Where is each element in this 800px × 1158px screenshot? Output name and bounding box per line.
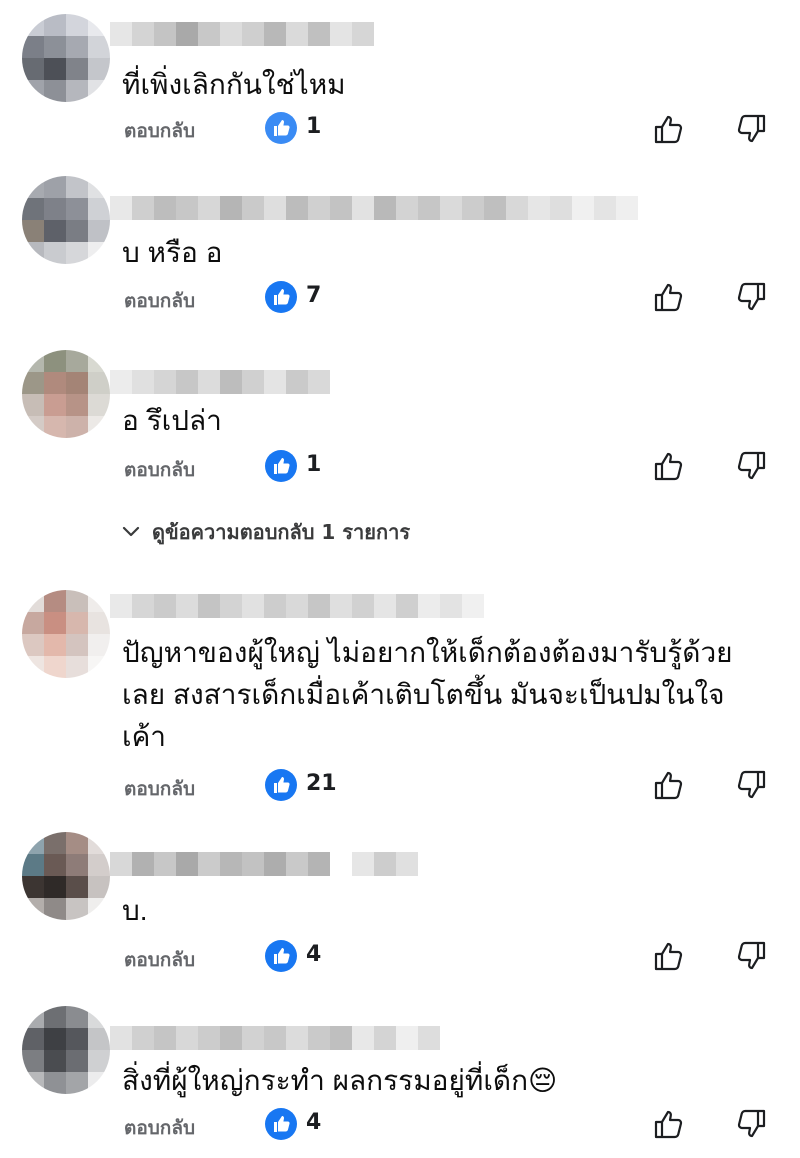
chevron-down-icon	[122, 526, 140, 537]
avatar[interactable]	[22, 1006, 110, 1094]
reply-button[interactable]: ตอบกลับ	[124, 774, 195, 804]
thumb-down-icon[interactable]	[734, 280, 768, 314]
like-count: 4	[306, 942, 322, 967]
reply-button[interactable]: ตอบกลับ	[124, 116, 195, 146]
like-count: 4	[306, 1110, 322, 1135]
author-name-blurred[interactable]	[110, 22, 374, 46]
comment-text: สิ่งที่ผู้ใหญ่กระทำ ผลกรรมอยู่ที่เด็ก😔	[122, 1060, 760, 1102]
avatar[interactable]	[22, 176, 110, 264]
like-count: 7	[306, 283, 322, 308]
comment-text: ปัญหาของผู้ใหญ่ ไม่อยากให้เด็กต้องต้องมา…	[122, 637, 733, 752]
like-reaction-icon	[265, 450, 297, 482]
like-reaction-icon	[265, 940, 297, 972]
author-name-blurred[interactable]	[110, 196, 638, 220]
thumb-up-icon[interactable]	[652, 449, 686, 483]
avatar[interactable]	[22, 832, 110, 920]
thumb-up-icon[interactable]	[652, 112, 686, 146]
like-count: 21	[306, 771, 337, 796]
thumb-down-icon[interactable]	[734, 449, 768, 483]
comment-text: อ รึเปล่า	[122, 405, 222, 436]
like-count: 1	[306, 114, 322, 139]
comment-text: บ.	[122, 895, 148, 926]
thumb-up-icon[interactable]	[652, 939, 686, 973]
pensive-face-emoji: 😔	[528, 1065, 558, 1096]
reply-button[interactable]: ตอบกลับ	[124, 1113, 195, 1143]
avatar[interactable]	[22, 590, 110, 678]
thumb-up-icon[interactable]	[652, 768, 686, 802]
author-name-blurred[interactable]	[110, 594, 484, 618]
thumb-down-icon[interactable]	[734, 768, 768, 802]
avatar[interactable]	[22, 350, 110, 438]
thumb-down-icon[interactable]	[734, 1107, 768, 1141]
thumb-down-icon[interactable]	[734, 112, 768, 146]
author-name-blurred[interactable]	[110, 1026, 440, 1050]
avatar[interactable]	[22, 14, 110, 102]
like-reaction-icon	[265, 769, 297, 801]
view-replies-label: ดูข้อความตอบกลับ 1 รายการ	[152, 520, 411, 544]
comment-text-content: สิ่งที่ผู้ใหญ่กระทำ ผลกรรมอยู่ที่เด็ก	[122, 1065, 529, 1096]
thumb-down-icon[interactable]	[734, 939, 768, 973]
author-name-blurred[interactable]	[110, 852, 418, 876]
author-name-blurred[interactable]	[110, 370, 330, 394]
like-reaction-icon	[265, 112, 297, 144]
reply-button[interactable]: ตอบกลับ	[124, 945, 195, 975]
thumb-up-icon[interactable]	[652, 1107, 686, 1141]
like-reaction-icon	[265, 281, 297, 313]
comment-text: บ หรือ อ	[122, 237, 223, 268]
thumb-up-icon[interactable]	[652, 280, 686, 314]
reply-button[interactable]: ตอบกลับ	[124, 286, 195, 316]
reply-button[interactable]: ตอบกลับ	[124, 455, 195, 485]
like-reaction-icon	[265, 1108, 297, 1140]
like-count: 1	[306, 452, 322, 477]
comment-text: ที่เพิ่งเลิกกันใช่ไหม	[122, 69, 346, 100]
view-replies-link[interactable]: ดูข้อความตอบกลับ 1 รายการ	[122, 516, 410, 548]
